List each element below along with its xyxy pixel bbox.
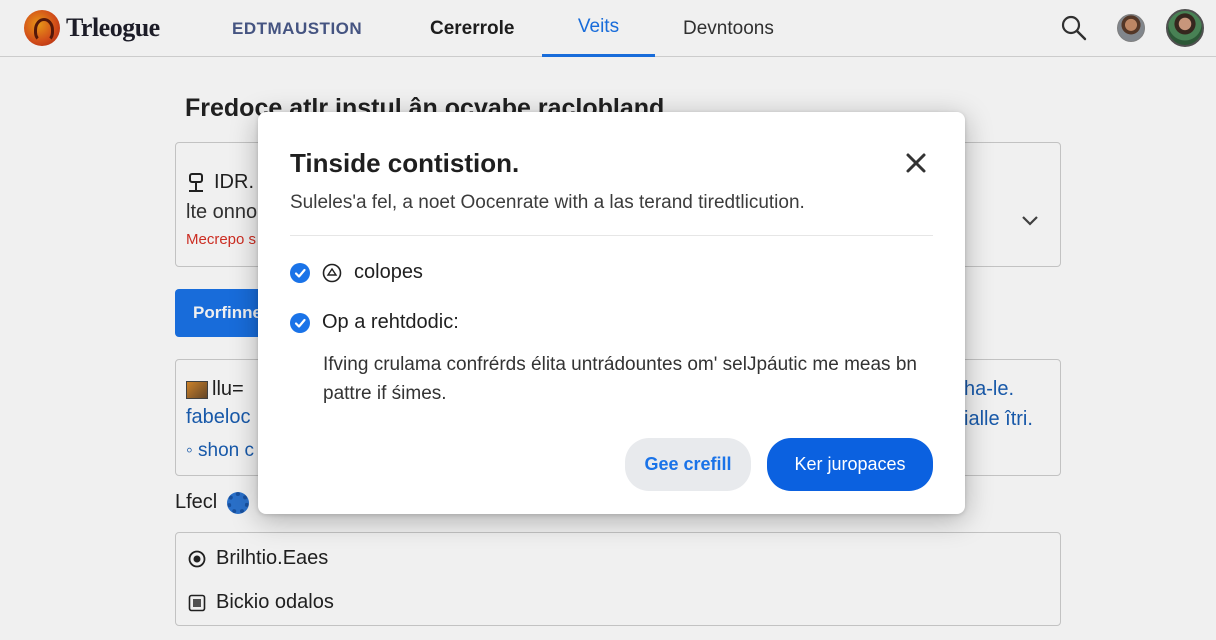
confirmation-dialog: Tinside contistion. Suleles'a fel, a noe… <box>258 112 965 514</box>
secondary-button[interactable]: Gee crefill <box>625 438 751 491</box>
dialog-divider <box>290 235 933 236</box>
dialog-title: Tinside contistion. <box>290 148 520 178</box>
badge-icon <box>322 263 342 282</box>
check-circle-icon[interactable] <box>290 262 310 283</box>
option-description: Ifving crulama confrérds élita untrádoun… <box>323 354 917 404</box>
dialog-option-1[interactable]: colopes <box>290 261 423 284</box>
primary-button[interactable]: Ker juropaces <box>767 438 933 491</box>
close-icon[interactable] <box>903 150 929 176</box>
dialog-option-2[interactable]: Op a rehtdodic: <box>290 311 459 334</box>
option-label: Op a rehtdodic: <box>322 311 459 333</box>
dialog-description: Suleles'a fel, a noet Oocenrate with a l… <box>290 192 805 213</box>
check-circle-icon[interactable] <box>290 312 310 333</box>
option-label: colopes <box>354 261 423 283</box>
